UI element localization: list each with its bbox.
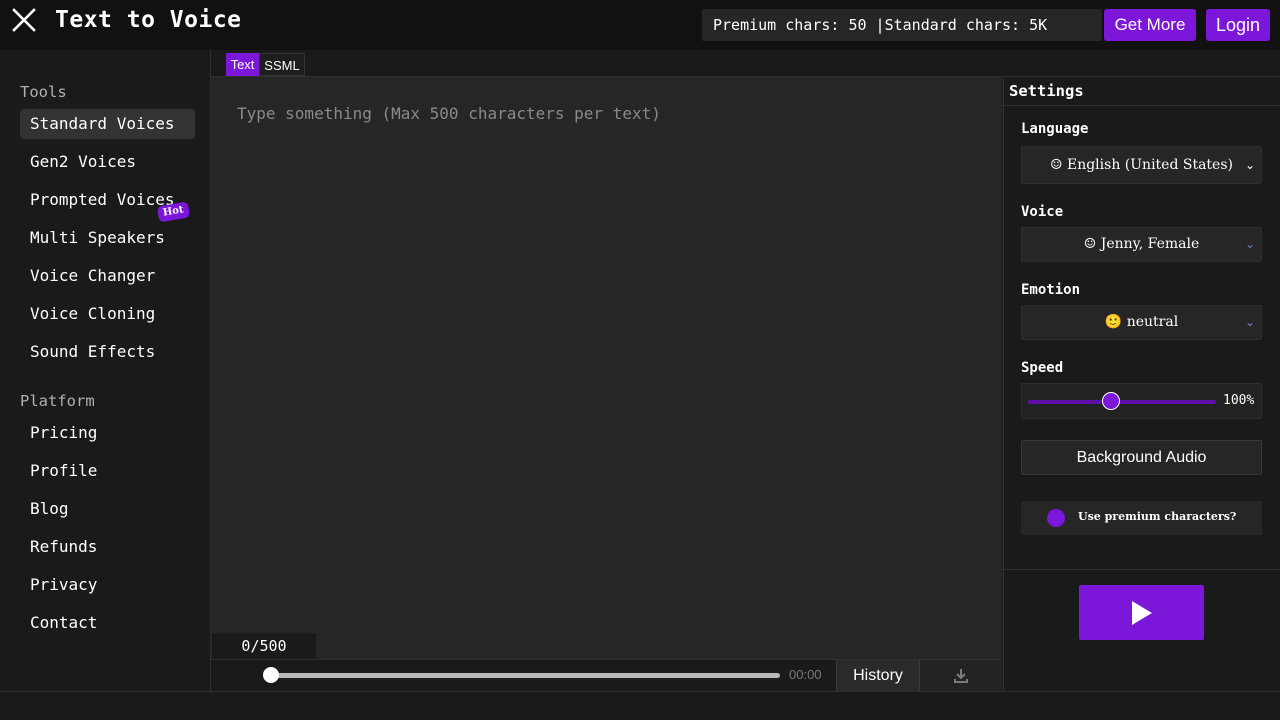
sidebar-item-privacy[interactable]: Privacy <box>20 570 195 600</box>
tab-text[interactable]: Text <box>226 53 259 76</box>
sidebar-item-contact[interactable]: Contact <box>20 608 195 638</box>
speed-value: 100% <box>1223 393 1255 408</box>
sidebar-item-pricing[interactable]: Pricing <box>20 418 195 448</box>
chevron-down-icon: ⌄ <box>1244 237 1255 251</box>
sidebar-item-blog[interactable]: Blog <box>20 494 195 524</box>
login-button[interactable]: Login <box>1206 9 1270 41</box>
emotion-select[interactable]: 🙂 neutral ⌄ <box>1021 305 1262 340</box>
emotion-value: 🙂 neutral <box>1104 314 1179 330</box>
chars-balance: Premium chars: 50 |Standard chars: 5K <box>702 9 1102 41</box>
premium-characters-toggle[interactable]: Use premium characters? <box>1021 501 1262 535</box>
sidebar-item-standard-voices[interactable]: Standard Voices <box>20 109 195 139</box>
sidebar-item-sound-effects[interactable]: Sound Effects <box>20 337 195 367</box>
play-button[interactable] <box>1079 585 1204 640</box>
speed-slider-track[interactable] <box>1028 400 1216 404</box>
chevron-down-icon: ⌄ <box>1244 315 1255 329</box>
sidebar-item-voice-changer[interactable]: Voice Changer <box>20 261 195 291</box>
sidebar-item-voice-cloning[interactable]: Voice Cloning <box>20 299 195 329</box>
play-icon <box>1132 601 1152 625</box>
sidebar-item-profile[interactable]: Profile <box>20 456 195 486</box>
language-label: Language <box>1021 121 1089 137</box>
download-button[interactable] <box>920 660 1002 692</box>
divider <box>1004 105 1280 106</box>
settings-title: Settings <box>1009 82 1084 100</box>
sidebar-item-gen2-voices[interactable]: Gen2 Voices <box>20 147 195 177</box>
chevron-down-icon: ⌄ <box>1244 158 1255 172</box>
emotion-label: Emotion <box>1021 282 1081 298</box>
settings-panel: Settings Language ☺ English (United Stat… <box>1003 77 1280 691</box>
speed-label: Speed <box>1021 360 1064 376</box>
text-editor <box>211 77 1002 659</box>
toggle-indicator <box>1047 509 1065 527</box>
tab-ssml[interactable]: SSML <box>259 53 305 76</box>
playback-time: 00:00 <box>789 667 822 682</box>
background-audio-button[interactable]: Background Audio <box>1021 440 1262 475</box>
speed-slider-thumb[interactable] <box>1101 392 1120 410</box>
audio-player: 00:00 History <box>211 659 1002 692</box>
char-counter: 0/500 <box>212 633 316 659</box>
editor-tabs: Text SSML <box>211 50 1280 77</box>
download-icon <box>954 669 968 683</box>
history-button[interactable]: History <box>836 660 920 692</box>
playback-thumb[interactable] <box>263 667 279 683</box>
footer-bar <box>0 691 1280 720</box>
playback-track[interactable] <box>271 673 780 678</box>
voice-value: ☺ Jenny, Female <box>1083 236 1200 252</box>
close-icon[interactable] <box>12 8 36 34</box>
text-input[interactable] <box>211 77 1002 659</box>
speed-control: 100% <box>1021 383 1262 419</box>
get-more-button[interactable]: Get More <box>1104 9 1196 41</box>
voice-label: Voice <box>1021 204 1064 220</box>
premium-toggle-label: Use premium characters? <box>1078 510 1237 523</box>
voice-select[interactable]: ☺ Jenny, Female ⌄ <box>1021 227 1262 262</box>
language-select[interactable]: ☺ English (United States) ⌄ <box>1021 146 1262 184</box>
top-bar: Text to Voice Premium chars: 50 |Standar… <box>0 0 1280 50</box>
sidebar-item-refunds[interactable]: Refunds <box>20 532 195 562</box>
sidebar: Tools Standard Voices Gen2 Voices Prompt… <box>0 50 211 691</box>
tools-heading: Tools <box>20 83 67 101</box>
platform-heading: Platform <box>20 392 95 410</box>
sidebar-item-multi-speakers[interactable]: Multi Speakers <box>20 223 195 253</box>
app-title: Text to Voice <box>55 7 242 33</box>
language-value: ☺ English (United States) <box>1049 157 1233 173</box>
divider <box>1004 569 1280 570</box>
